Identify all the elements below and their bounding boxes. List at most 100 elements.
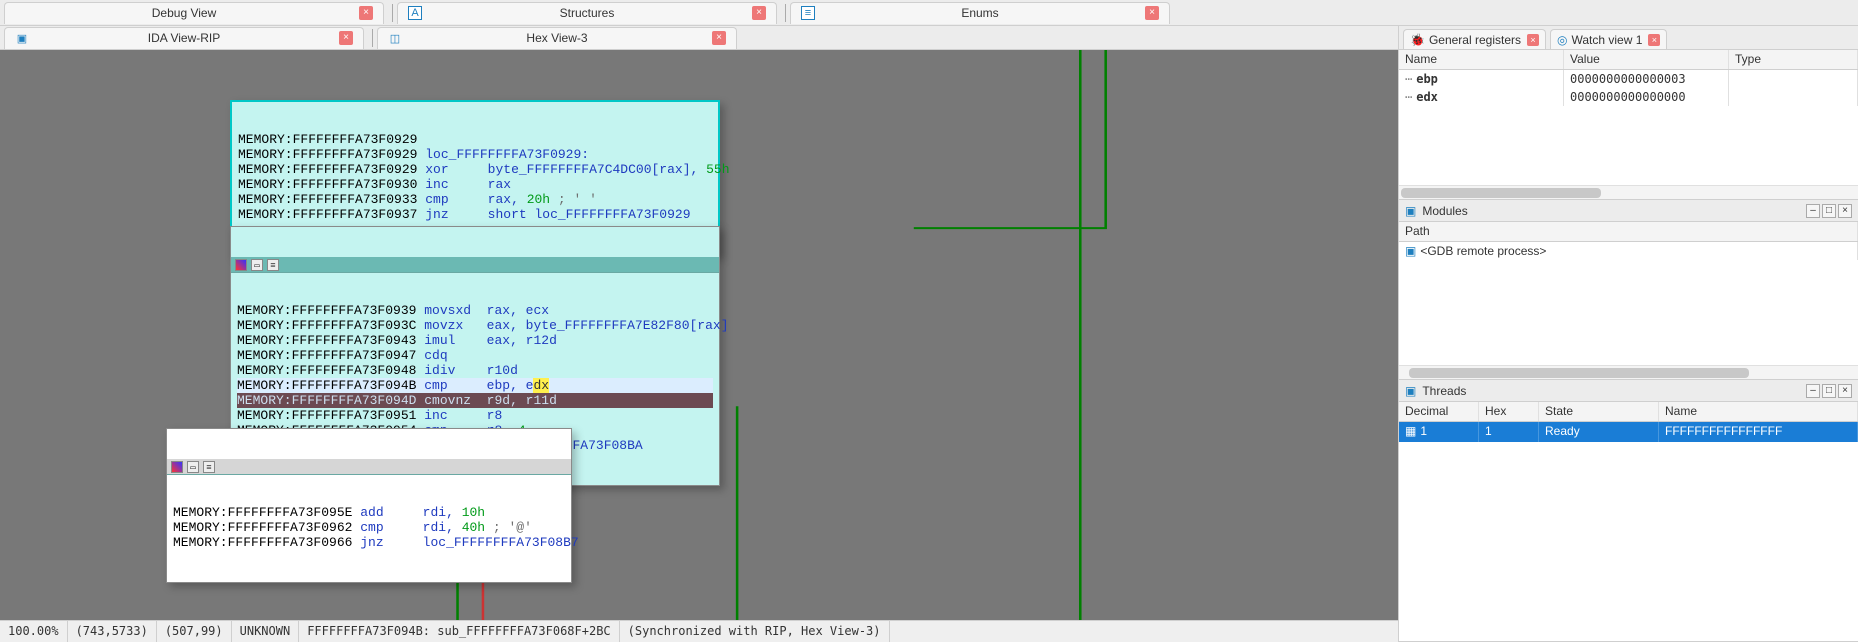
maximize-button[interactable]: □: [1822, 204, 1836, 218]
register-type: [1729, 70, 1858, 88]
block-group-icon: ▭: [251, 259, 263, 271]
modules-title-bar: ▣ Modules – □ ×: [1399, 200, 1858, 222]
registers-header: Name Value Type: [1399, 50, 1858, 70]
col-path[interactable]: Path: [1399, 222, 1858, 241]
thread-icon: ▦: [1405, 424, 1416, 438]
registers-panel: Name Value Type ⋯ebp 0000000000000003 ⋯e…: [1399, 50, 1858, 200]
col-name[interactable]: Name: [1399, 50, 1564, 69]
module-path: <GDB remote process>: [1420, 244, 1546, 258]
status-segment: UNKNOWN: [232, 621, 300, 642]
status-sync: (Synchronized with RIP, Hex View-3): [620, 621, 890, 642]
enums-icon: ≡: [801, 6, 815, 20]
tab-hex-view-3[interactable]: ◫ Hex View-3 ×: [377, 27, 737, 49]
block-header: ▭ ≡: [167, 459, 571, 475]
close-icon[interactable]: ×: [752, 6, 766, 20]
threads-title-bar: ▣ Threads – □ ×: [1399, 380, 1858, 402]
tab-label: Structures: [428, 6, 746, 20]
tab-separator: [372, 29, 373, 47]
register-row[interactable]: ⋯ebp 0000000000000003: [1399, 70, 1858, 88]
modules-header: Path: [1399, 222, 1858, 242]
register-name: edx: [1416, 90, 1438, 104]
threads-header: Decimal Hex State Name: [1399, 402, 1858, 422]
left-sub-tab-bar: ▣ IDA View-RIP × ◫ Hex View-3 ×: [0, 26, 1398, 50]
register-row[interactable]: ⋯ edx 0000000000000000: [1399, 88, 1858, 106]
tab-label: IDA View-RIP: [35, 31, 333, 45]
col-name[interactable]: Name: [1659, 402, 1858, 421]
ida-view-icon: ▣: [15, 31, 29, 45]
close-icon[interactable]: ×: [359, 6, 373, 20]
tab-separator: [785, 4, 786, 22]
block-color-icon: [235, 259, 247, 271]
col-decimal[interactable]: Decimal: [1399, 402, 1479, 421]
tab-label: Watch view 1: [1571, 33, 1642, 47]
col-value[interactable]: Value: [1564, 50, 1729, 69]
status-coord-rel: (507,99): [157, 621, 232, 642]
thread-name: FFFFFFFFFFFFFFFF: [1659, 422, 1858, 442]
tab-structures[interactable]: A Structures ×: [397, 2, 777, 24]
block-color-icon: [171, 461, 183, 473]
col-type[interactable]: Type: [1729, 50, 1858, 69]
status-address: FFFFFFFFA73F094B: sub_FFFFFFFFA73F068F+2…: [299, 621, 619, 642]
watch-icon: ◎: [1557, 33, 1567, 47]
panel-title: Modules: [1422, 204, 1806, 218]
modules-panel: ▣ Modules – □ × Path ▣ <GDB remote proce…: [1399, 200, 1858, 380]
block-group-icon: ▭: [187, 461, 199, 473]
right-sub-tab-bar: 🐞 General registers × ◎ Watch view 1 ×: [1399, 26, 1858, 50]
panel-title: Threads: [1422, 384, 1806, 398]
maximize-button[interactable]: □: [1822, 384, 1836, 398]
tab-debug-view[interactable]: Debug View ×: [4, 2, 384, 24]
threads-icon: ▣: [1405, 384, 1416, 398]
close-icon[interactable]: ×: [1527, 34, 1539, 46]
hex-view-icon: ◫: [388, 31, 402, 45]
col-hex[interactable]: Hex: [1479, 402, 1539, 421]
tab-ida-view-rip[interactable]: ▣ IDA View-RIP ×: [4, 27, 364, 49]
close-button[interactable]: ×: [1838, 384, 1852, 398]
tree-glyph-icon: ⋯: [1405, 72, 1412, 86]
minimize-button[interactable]: –: [1806, 384, 1820, 398]
hscrollbar[interactable]: [1399, 365, 1858, 379]
register-value: 0000000000000003: [1564, 70, 1729, 88]
modules-body[interactable]: ▣ <GDB remote process>: [1399, 242, 1858, 365]
modules-icon: ▣: [1405, 204, 1416, 218]
threads-body[interactable]: ▦ 1 1 Ready FFFFFFFFFFFFFFFF: [1399, 422, 1858, 641]
thread-decimal: 1: [1420, 424, 1427, 438]
close-icon[interactable]: ×: [339, 31, 353, 45]
tab-enums[interactable]: ≡ Enums ×: [790, 2, 1170, 24]
structures-icon: A: [408, 6, 422, 20]
bug-icon: 🐞: [1410, 33, 1425, 47]
col-state[interactable]: State: [1539, 402, 1659, 421]
tab-general-registers[interactable]: 🐞 General registers ×: [1403, 29, 1546, 49]
status-zoom[interactable]: 100.00%: [0, 621, 68, 642]
module-row[interactable]: ▣ <GDB remote process>: [1399, 242, 1858, 260]
close-icon[interactable]: ×: [1145, 6, 1159, 20]
tab-label: Enums: [821, 6, 1139, 20]
registers-body[interactable]: ⋯ebp 0000000000000003 ⋯ edx 0000000000000…: [1399, 70, 1858, 185]
tab-label: Hex View-3: [408, 31, 706, 45]
top-tab-bar: Debug View × A Structures × ≡ Enums ×: [0, 0, 1858, 26]
tab-label: Debug View: [15, 6, 353, 20]
thread-row[interactable]: ▦ 1 1 Ready FFFFFFFFFFFFFFFF: [1399, 422, 1858, 442]
close-icon[interactable]: ×: [712, 31, 726, 45]
thread-state: Ready: [1539, 422, 1659, 442]
status-coord-abs: (743,5733): [68, 621, 157, 642]
register-type: [1729, 88, 1858, 106]
thread-hex: 1: [1479, 422, 1539, 442]
block-list-icon: ≡: [203, 461, 215, 473]
block-list-icon: ≡: [267, 259, 279, 271]
tab-separator: [392, 4, 393, 22]
tab-watch-view-1[interactable]: ◎ Watch view 1 ×: [1550, 29, 1667, 49]
threads-panel: ▣ Threads – □ × Decimal Hex State Name ▦…: [1399, 380, 1858, 642]
register-value: 0000000000000000: [1564, 88, 1729, 106]
basic-block-3[interactable]: ▭ ≡ MEMORY:FFFFFFFFA73F095E add rdi, 10h…: [166, 428, 572, 583]
tab-label: General registers: [1429, 33, 1521, 47]
minimize-button[interactable]: –: [1806, 204, 1820, 218]
status-bar: 100.00% (743,5733) (507,99) UNKNOWN FFFF…: [0, 620, 1398, 642]
block-header: ▭ ≡: [231, 257, 719, 273]
disassembly-graph[interactable]: MEMORY:FFFFFFFFA73F0929 MEMORY:FFFFFFFFA…: [0, 50, 1398, 620]
close-icon[interactable]: ×: [1648, 34, 1660, 46]
right-pane: 🐞 General registers × ◎ Watch view 1 × N…: [1398, 26, 1858, 642]
module-icon: ▣: [1405, 244, 1416, 258]
close-button[interactable]: ×: [1838, 204, 1852, 218]
tree-glyph-icon: ⋯: [1405, 90, 1412, 104]
hscrollbar[interactable]: [1399, 185, 1858, 199]
